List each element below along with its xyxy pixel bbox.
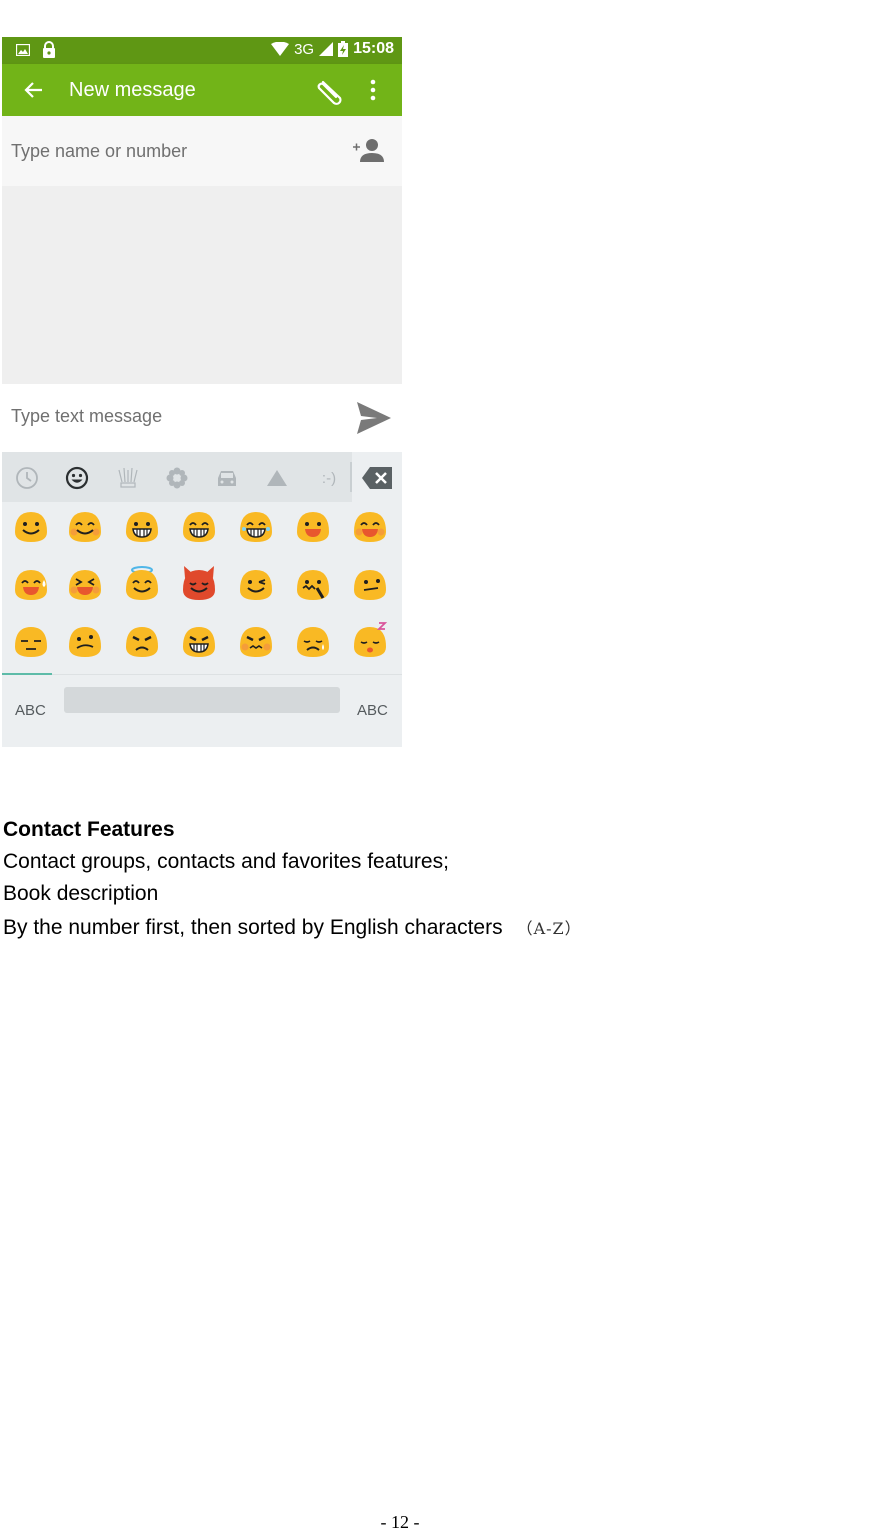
- emoji-joy[interactable]: [236, 506, 276, 546]
- triangle-icon[interactable]: [264, 465, 290, 491]
- emoji-grin[interactable]: [122, 506, 162, 546]
- emoticons-tab[interactable]: :-): [314, 465, 344, 491]
- space-bar[interactable]: [64, 687, 340, 713]
- status-bar: 3G 15:08: [2, 37, 402, 64]
- emoji-grid: [2, 502, 402, 672]
- clock-time: 15:08: [353, 40, 394, 57]
- crown-icon[interactable]: [115, 465, 141, 491]
- wifi-icon: [271, 42, 290, 56]
- emoji-happy-blush[interactable]: [350, 506, 390, 546]
- app-toolbar: New message: [2, 64, 402, 116]
- emoji-imp[interactable]: [179, 564, 219, 604]
- phone-screenshot: 3G 15:08 New message Type name or number…: [2, 37, 402, 747]
- section-heading: Contact Features: [3, 818, 175, 841]
- emoji-innocent[interactable]: [122, 564, 162, 604]
- car-icon[interactable]: [214, 465, 240, 491]
- emoji-expressionless[interactable]: [11, 621, 51, 661]
- emoji-grimacing-angry[interactable]: [179, 621, 219, 661]
- paperclip-icon[interactable]: [314, 76, 348, 106]
- tab-divider: [350, 462, 352, 492]
- compose-field[interactable]: Type text message: [2, 384, 402, 452]
- emoji-pouting[interactable]: [236, 621, 276, 661]
- paragraph-line: By the number first, then sorted by Engl…: [3, 915, 582, 940]
- emoji-sleeping[interactable]: [350, 621, 390, 661]
- emoji-sweat-smile[interactable]: [11, 564, 51, 604]
- page-number: - 12 -: [380, 1512, 420, 1532]
- network-type: 3G: [294, 40, 315, 58]
- emoji-neutral-look[interactable]: [350, 564, 390, 604]
- more-vertical-icon[interactable]: [368, 78, 378, 102]
- emoji-sad-tear[interactable]: [293, 621, 333, 661]
- recipient-field[interactable]: Type name or number: [2, 116, 402, 186]
- add-person-icon[interactable]: [352, 138, 386, 164]
- emoji-wink[interactable]: [236, 564, 276, 604]
- flower-icon[interactable]: [164, 465, 190, 491]
- paragraph-text: By the number first, then sorted by Engl…: [3, 916, 503, 939]
- signal-icon: [319, 42, 334, 56]
- paragraph-line: Book description: [3, 882, 159, 905]
- emoji-grinning[interactable]: [179, 506, 219, 546]
- emoji-smile[interactable]: [11, 506, 51, 546]
- conversation-area: [2, 186, 402, 384]
- abc-button-right[interactable]: ABC: [357, 702, 388, 719]
- compose-placeholder: Type text message: [11, 406, 163, 426]
- emoji-zipper-mouth[interactable]: [293, 564, 333, 604]
- send-icon[interactable]: [357, 402, 391, 434]
- keyboard-bottom-row: ABC ABC: [2, 675, 402, 747]
- backspace-icon[interactable]: [362, 467, 392, 489]
- emoji-laughing[interactable]: [65, 564, 105, 604]
- lock-icon: [43, 41, 55, 58]
- abc-button-left[interactable]: ABC: [15, 702, 46, 719]
- page-title: New message: [69, 79, 196, 101]
- emoji-open-mouth-smile[interactable]: [293, 506, 333, 546]
- clock-icon[interactable]: [14, 465, 40, 491]
- emoji-category-tabs: :-): [2, 452, 402, 502]
- recipient-placeholder: Type name or number: [11, 141, 188, 161]
- emoji-blush[interactable]: [65, 506, 105, 546]
- emoji-angry[interactable]: [122, 621, 162, 661]
- emoji-keyboard: :-) ABC ABC: [2, 452, 402, 747]
- image-notification-icon: [16, 43, 30, 56]
- paragraph-line: Contact groups, contacts and favorites f…: [3, 850, 449, 873]
- range-note: （A-Z）: [516, 919, 582, 938]
- emoji-confused[interactable]: [65, 621, 105, 661]
- smiley-icon[interactable]: [64, 465, 90, 491]
- arrow-left-icon[interactable]: [20, 76, 48, 104]
- battery-charging-icon: [338, 41, 349, 57]
